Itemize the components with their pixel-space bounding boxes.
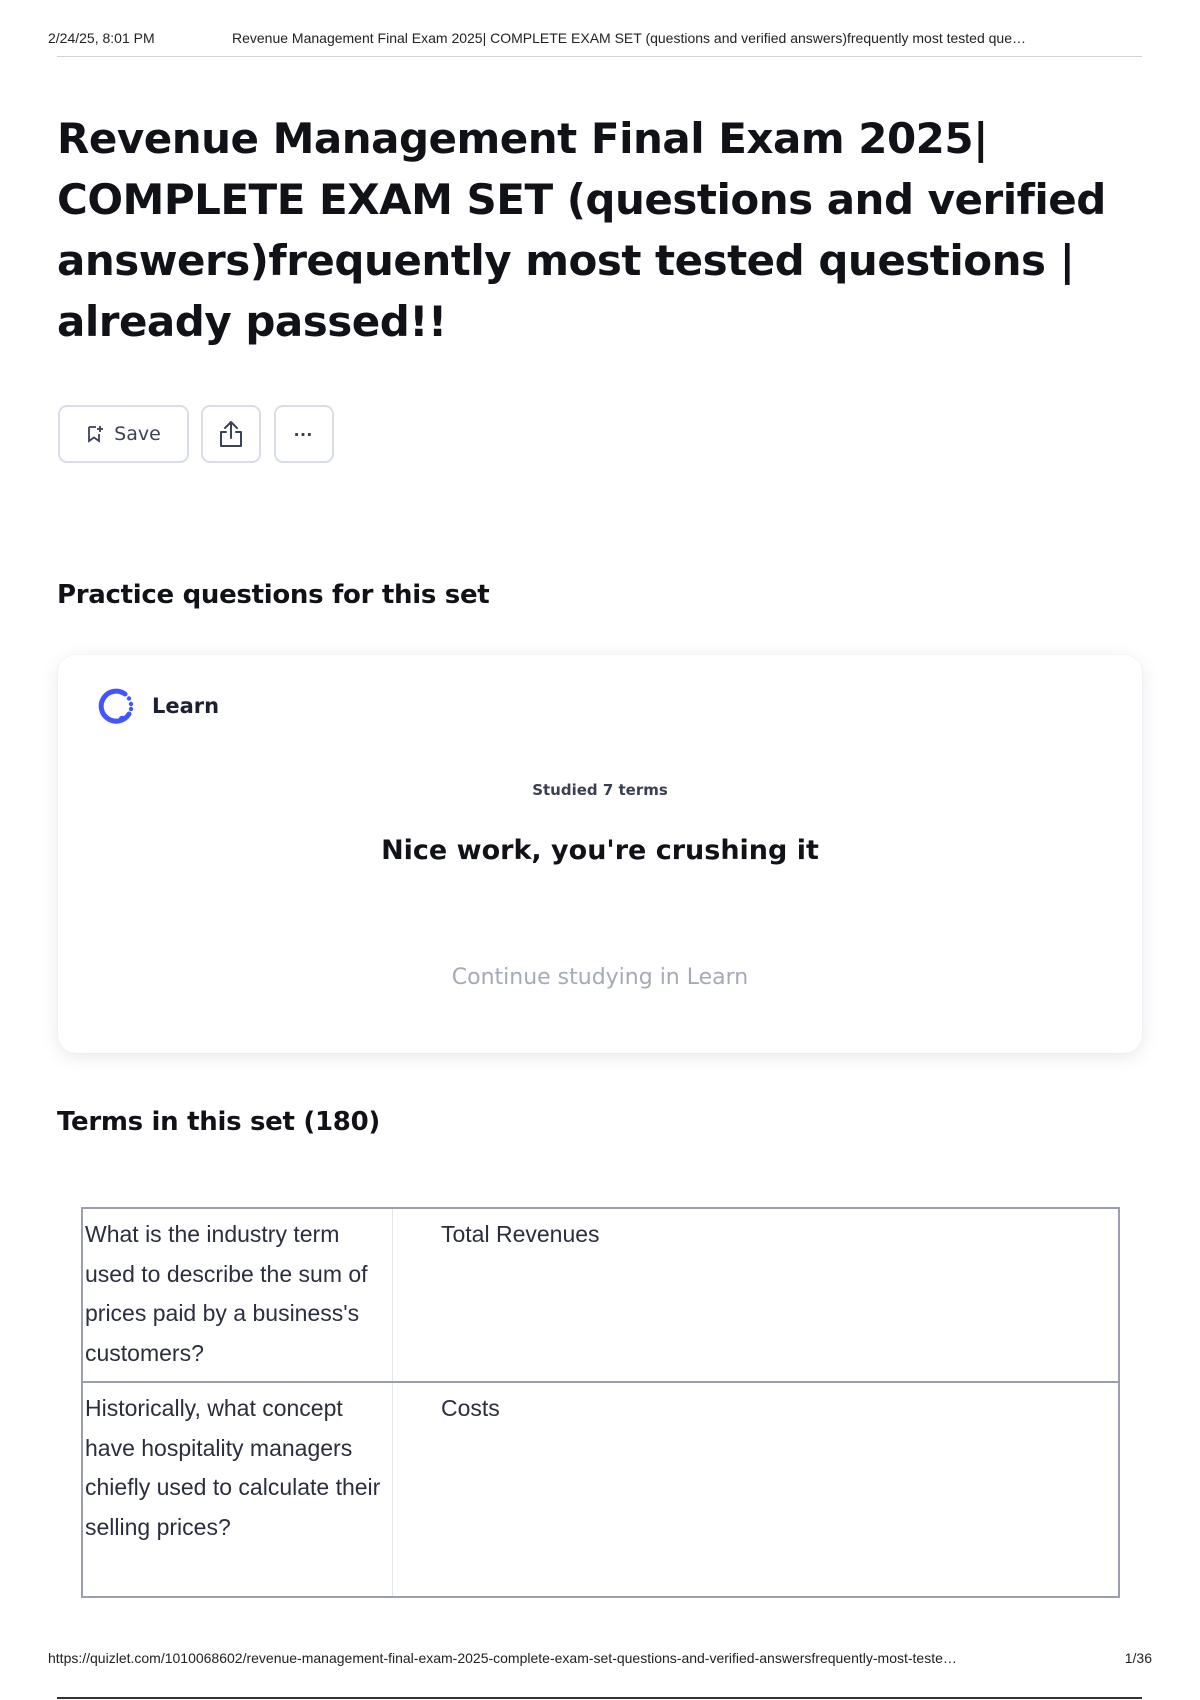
share-button[interactable] <box>201 405 261 463</box>
bookmark-plus-icon <box>86 425 104 443</box>
term-answer: Costs <box>441 1395 500 1421</box>
term-row: What is the industry term used to descri… <box>83 1209 1118 1383</box>
term-row: Historically, what concept have hospital… <box>83 1383 1118 1596</box>
print-date: 2/24/25, 8:01 PM <box>48 30 155 46</box>
more-options-button[interactable]: … <box>274 405 334 463</box>
continue-learn-button[interactable]: Continue studying in Learn <box>58 965 1142 990</box>
learn-label: Learn <box>152 694 220 718</box>
studied-count: Studied 7 terms <box>532 781 668 799</box>
set-title: Revenue Management Final Exam 2025| COMP… <box>57 114 1106 346</box>
more-icon: … <box>293 419 315 441</box>
save-label: Save <box>114 423 161 445</box>
term-answer: Total Revenues <box>441 1221 600 1247</box>
learn-mode-header: Learn <box>96 685 219 727</box>
term-question: Historically, what concept have hospital… <box>83 1383 393 1596</box>
terms-heading: Terms in this set (180) <box>57 1107 380 1137</box>
practice-heading: Practice questions for this set <box>57 580 490 610</box>
print-footer: https://quizlet.com/1010068602/revenue-m… <box>48 1650 1152 1674</box>
term-question: What is the industry term used to descri… <box>83 1209 393 1381</box>
share-icon <box>217 419 245 449</box>
print-doc-title: Revenue Management Final Exam 2025| COMP… <box>232 30 1026 46</box>
progress-message: Nice work, you're crushing it <box>381 835 819 866</box>
learn-progress-icon <box>96 685 138 727</box>
terms-table: What is the industry term used to descri… <box>81 1207 1120 1598</box>
page-number: 1/36 <box>1124 1650 1152 1666</box>
print-url: https://quizlet.com/1010068602/revenue-m… <box>48 1650 957 1666</box>
save-button[interactable]: Save <box>58 405 189 463</box>
footer-divider <box>57 1697 1142 1699</box>
learn-card: Learn Studied 7 terms Nice work, you're … <box>58 655 1142 1053</box>
header-divider <box>57 56 1142 57</box>
